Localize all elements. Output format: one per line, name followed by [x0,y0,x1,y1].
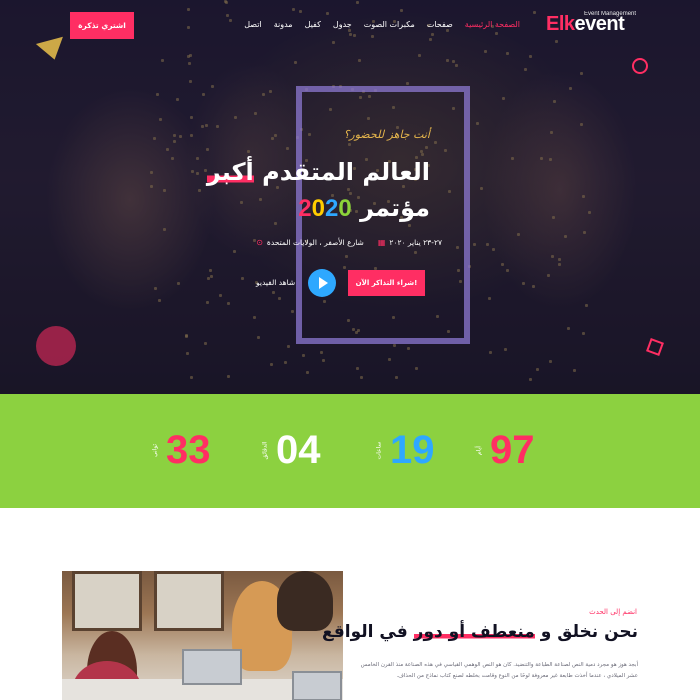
headline-line-2: مؤتمر 2020 [207,190,430,227]
site-logo[interactable]: Elkevent Event Management [546,11,636,39]
event-date: ▦ ٢٧-٢٣ يناير ٢٠٢٠ [378,238,442,247]
play-video-button[interactable] [308,269,336,297]
year-digit: 2 [298,195,312,222]
ring-decoration [632,58,648,74]
headline-highlight: أكبر [206,158,254,186]
logo-tagline: Event Management [584,11,637,17]
countdown-value: 19 [390,428,435,472]
nav-item-schedule[interactable]: جدول [333,20,352,29]
year-digit: 0 [311,195,325,222]
section-tag: انضم إلى الحدث [589,608,637,616]
event-meta: ⊙ شارع الأصفر ، الولايات المتحدة ▦ ٢٧-٢٣… [256,238,442,247]
countdown-label: ساعات [375,441,383,459]
photo-window [154,571,224,631]
countdown-value: 04 [276,428,321,472]
event-date-text: ٢٧-٢٣ يناير ٢٠٢٠ [389,238,442,247]
nav-item-contact[interactable]: اتصل [244,20,261,29]
team-photo [62,571,343,700]
hero-ready-text: أنت جاهز للحضور؟ [343,128,430,141]
nav-item-sponsor[interactable]: كفيل [305,20,321,29]
calendar-icon: ▦ [377,238,386,247]
hero-headline: العالم المتقدم أكبر مؤتمر 2020 [206,154,430,227]
countdown-days: أيام 97 [474,430,535,470]
logo-text-elk: Elk [546,13,575,35]
photo-laptop [292,671,342,700]
watch-video-label[interactable]: شاهد الفيديو [256,278,295,287]
buy-ticket-button[interactable]: اشتري تذكرة [70,12,134,39]
event-location-text: شارع الأصفر ، الولايات المتحدة [266,238,364,247]
countdown-value: 33 [166,428,211,472]
play-icon [319,277,328,289]
map-pin-icon: ⊙ [256,238,263,247]
headline-year: 2020 [298,191,351,227]
nav-item-speakers[interactable]: مكبرات الصوت [364,20,415,29]
about-section: انضم إلى الحدث نحن نخلق و منعطف أو دور ف… [0,508,700,700]
nav-item-pages[interactable]: صفحات [427,20,453,29]
countdown-label: الدقائق [261,440,269,459]
section-title: نحن نخلق و منعطف أو دور في الواقع [322,622,638,642]
nav-item-home[interactable]: الصفحة الرئيسية [465,20,520,29]
countdown-section: أيام 97 ساعات 19 الدقائق 04 ثواني 33 [0,394,700,508]
headline-line-1: العالم المتقدم أكبر [206,154,430,190]
countdown-label: أيام [475,445,483,455]
event-location: ⊙ شارع الأصفر ، الولايات المتحدة [256,238,364,247]
countdown-value: 97 [490,428,535,472]
countdown-minutes: الدقائق 04 [260,430,321,470]
photo-window [72,571,142,631]
countdown-hours: ساعات 19 [374,430,435,470]
headline-text: العالم المتقدم [253,158,430,186]
section-title-text: نحن نخلق و [534,622,638,642]
countdown-label: ثواني [151,443,159,457]
headline-text-conference: مؤتمر [360,194,430,222]
countdown-seconds: ثواني 33 [150,430,211,470]
nav-item-blog[interactable]: مدونة [274,20,293,29]
buy-tickets-now-button[interactable]: شراء التذاكر الآن! [348,270,425,296]
section-title-text-end: في الواقع [322,622,414,642]
year-digit: 2 [324,195,339,222]
photo-laptop [182,649,242,685]
top-navigation-bar: Elkevent Event Management الصفحة الرئيسي… [0,0,700,52]
hero-section: Elkevent Event Management الصفحة الرئيسي… [0,0,700,394]
section-title-highlight: منعطف أو دور [413,622,535,642]
main-nav: الصفحة الرئيسية صفحات مكبرات الصوت جدول … [244,20,520,29]
circle-decoration [36,326,76,366]
section-body: أبجد هوز هو مجرد دمية النص لصناعة الطباع… [360,662,638,679]
year-digit: 0 [338,195,352,222]
